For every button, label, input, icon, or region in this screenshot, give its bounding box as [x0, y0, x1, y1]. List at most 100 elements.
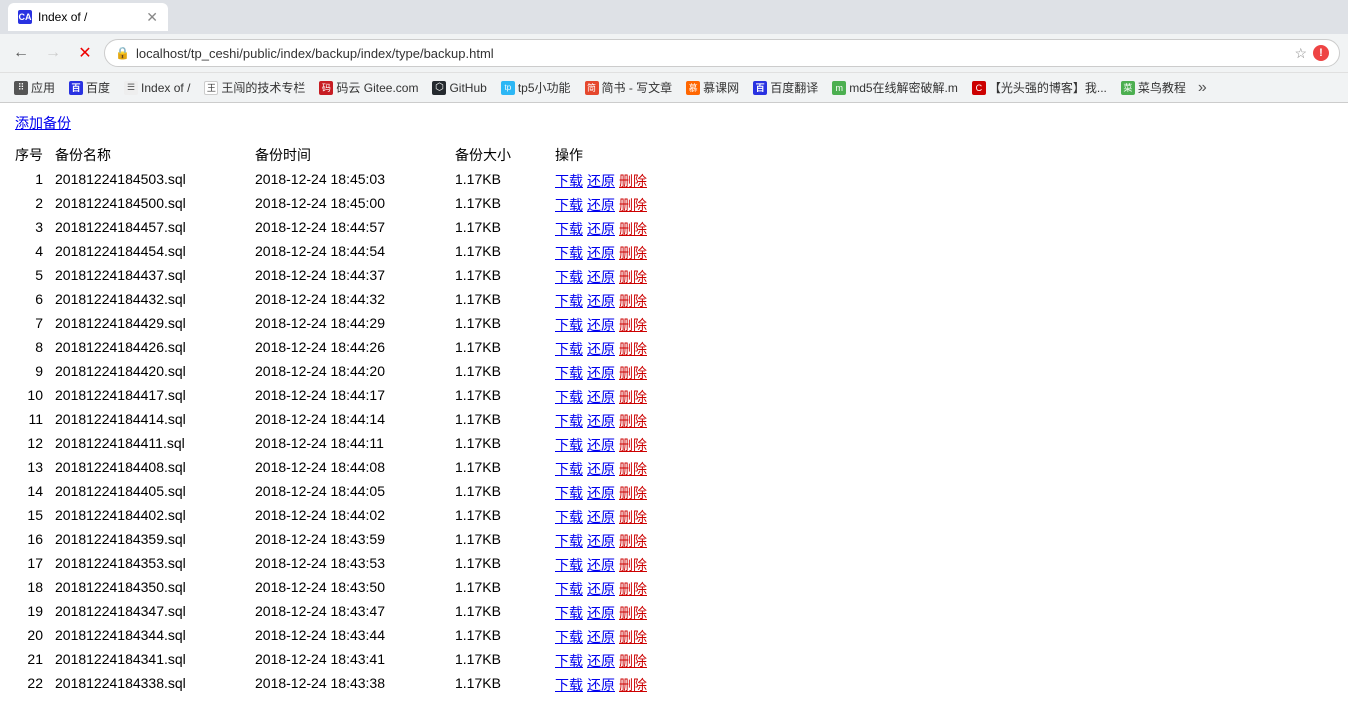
bookmark-gtq[interactable]: C 【光头强的博客】我... [966, 77, 1113, 98]
restore-link[interactable]: 还原 [587, 291, 615, 311]
active-tab[interactable]: CA Index of / ✕ [8, 3, 168, 31]
delete-link[interactable]: 删除 [619, 363, 647, 383]
bookmark-mk[interactable]: 慕 慕课网 [680, 77, 745, 98]
download-link[interactable]: 下载 [555, 219, 583, 239]
delete-link[interactable]: 删除 [619, 579, 647, 599]
restore-link[interactable]: 还原 [587, 171, 615, 191]
download-link[interactable]: 下载 [555, 555, 583, 575]
delete-link[interactable]: 删除 [619, 243, 647, 263]
restore-link[interactable]: 还原 [587, 243, 615, 263]
download-link[interactable]: 下载 [555, 243, 583, 263]
delete-link[interactable]: 删除 [619, 651, 647, 671]
close-button[interactable]: ✕ [72, 40, 98, 66]
bookmark-md5[interactable]: m md5在线解密破解.m [826, 77, 964, 98]
restore-link[interactable]: 还原 [587, 195, 615, 215]
bookmark-gitee[interactable]: 码 码云 Gitee.com [313, 77, 424, 98]
mk-icon: 慕 [686, 81, 700, 95]
bookmark-apps[interactable]: ⠿ 应用 [8, 77, 61, 98]
restore-link[interactable]: 还原 [587, 315, 615, 335]
bookmark-tp5[interactable]: tp tp5小功能 [495, 77, 577, 98]
download-link[interactable]: 下载 [555, 171, 583, 191]
download-link[interactable]: 下载 [555, 651, 583, 671]
download-link[interactable]: 下载 [555, 411, 583, 431]
tab-close-button[interactable]: ✕ [146, 9, 158, 26]
restore-link[interactable]: 还原 [587, 675, 615, 695]
restore-link[interactable]: 还原 [587, 627, 615, 647]
restore-link[interactable]: 还原 [587, 555, 615, 575]
restore-link[interactable]: 还原 [587, 483, 615, 503]
restore-link[interactable]: 还原 [587, 603, 615, 623]
bookmark-github[interactable]: ⬡ GitHub [426, 79, 492, 97]
download-link[interactable]: 下载 [555, 339, 583, 359]
download-link[interactable]: 下载 [555, 507, 583, 527]
bookmark-bd-label: 百度翻译 [770, 79, 818, 96]
bookmark-jj[interactable]: 简 简书 - 写文章 [579, 77, 679, 98]
download-link[interactable]: 下载 [555, 195, 583, 215]
delete-link[interactable]: 删除 [619, 387, 647, 407]
bookmark-index[interactable]: ☰ Index of / [118, 79, 196, 97]
back-button[interactable]: ← [8, 40, 34, 66]
delete-link[interactable]: 删除 [619, 507, 647, 527]
restore-link[interactable]: 还原 [587, 411, 615, 431]
restore-link[interactable]: 还原 [587, 219, 615, 239]
bookmark-cn[interactable]: 菜 菜鸟教程 [1115, 77, 1192, 98]
more-bookmarks-button[interactable]: » [1194, 79, 1211, 97]
delete-link[interactable]: 删除 [619, 339, 647, 359]
add-backup-link[interactable]: 添加备份 [15, 113, 71, 133]
restore-link[interactable]: 还原 [587, 267, 615, 287]
github-icon: ⬡ [432, 81, 446, 95]
delete-link[interactable]: 删除 [619, 411, 647, 431]
download-link[interactable]: 下载 [555, 291, 583, 311]
cell-size: 1.17KB [455, 507, 555, 527]
delete-link[interactable]: 删除 [619, 675, 647, 695]
address-bar[interactable]: 🔒 localhost/tp_ceshi/public/index/backup… [104, 39, 1340, 67]
bookmark-wj[interactable]: 王 王闯的技术专栏 [198, 77, 311, 98]
cell-actions: 下载 还原 删除 [555, 411, 715, 431]
delete-link[interactable]: 删除 [619, 267, 647, 287]
cell-num: 10 [15, 387, 55, 407]
cell-actions: 下载 还原 删除 [555, 315, 715, 335]
restore-link[interactable]: 还原 [587, 339, 615, 359]
cell-time: 2018-12-24 18:44:14 [255, 411, 455, 431]
download-link[interactable]: 下载 [555, 579, 583, 599]
restore-link[interactable]: 还原 [587, 363, 615, 383]
download-link[interactable]: 下载 [555, 363, 583, 383]
restore-link[interactable]: 还原 [587, 651, 615, 671]
delete-link[interactable]: 删除 [619, 171, 647, 191]
restore-link[interactable]: 还原 [587, 531, 615, 551]
delete-link[interactable]: 删除 [619, 219, 647, 239]
download-link[interactable]: 下载 [555, 603, 583, 623]
download-link[interactable]: 下载 [555, 435, 583, 455]
download-link[interactable]: 下载 [555, 627, 583, 647]
delete-link[interactable]: 删除 [619, 315, 647, 335]
download-link[interactable]: 下载 [555, 675, 583, 695]
restore-link[interactable]: 还原 [587, 435, 615, 455]
download-link[interactable]: 下载 [555, 531, 583, 551]
restore-link[interactable]: 还原 [587, 387, 615, 407]
download-link[interactable]: 下载 [555, 315, 583, 335]
cell-name: 20181224184347.sql [55, 603, 255, 623]
delete-link[interactable]: 删除 [619, 603, 647, 623]
bookmark-bd[interactable]: 百 百度翻译 [747, 77, 824, 98]
delete-link[interactable]: 删除 [619, 435, 647, 455]
delete-link[interactable]: 删除 [619, 459, 647, 479]
delete-link[interactable]: 删除 [619, 483, 647, 503]
bookmark-star-icon[interactable]: ☆ [1294, 45, 1307, 62]
bookmark-baidu[interactable]: 百 百度 [63, 77, 116, 98]
download-link[interactable]: 下载 [555, 267, 583, 287]
restore-link[interactable]: 还原 [587, 507, 615, 527]
delete-link[interactable]: 删除 [619, 627, 647, 647]
table-row: 9 20181224184420.sql 2018-12-24 18:44:20… [15, 361, 1333, 385]
delete-link[interactable]: 删除 [619, 555, 647, 575]
cell-num: 13 [15, 459, 55, 479]
delete-link[interactable]: 删除 [619, 291, 647, 311]
restore-link[interactable]: 还原 [587, 459, 615, 479]
delete-link[interactable]: 删除 [619, 195, 647, 215]
download-link[interactable]: 下载 [555, 483, 583, 503]
delete-link[interactable]: 删除 [619, 531, 647, 551]
download-link[interactable]: 下载 [555, 459, 583, 479]
table-row: 18 20181224184350.sql 2018-12-24 18:43:5… [15, 577, 1333, 601]
download-link[interactable]: 下载 [555, 387, 583, 407]
forward-button[interactable]: → [40, 40, 66, 66]
restore-link[interactable]: 还原 [587, 579, 615, 599]
